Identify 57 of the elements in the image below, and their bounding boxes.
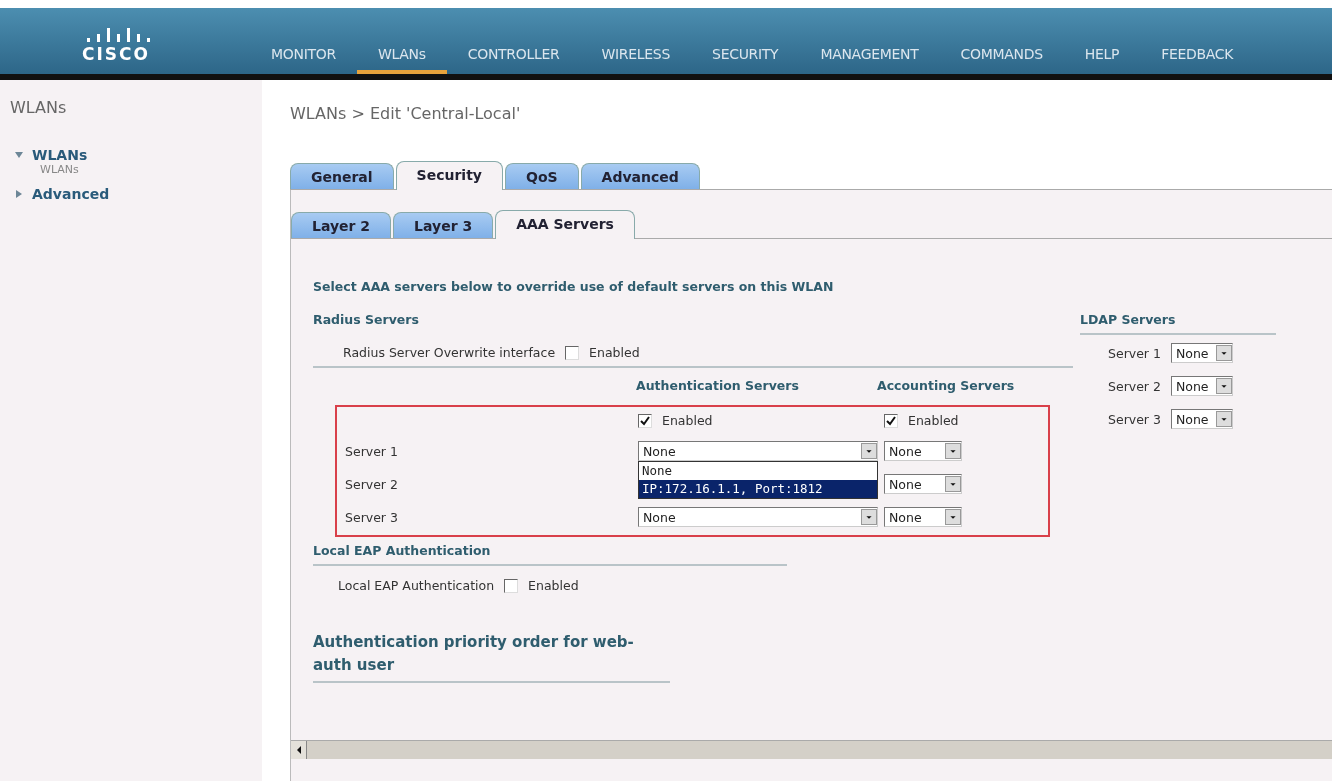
checkbox-label: Enabled	[908, 413, 959, 428]
field-label: Server 3	[1108, 411, 1161, 427]
tab[interactable]: General	[290, 163, 394, 189]
tab[interactable]: Layer 2	[291, 212, 392, 238]
field-label: Server 2	[344, 476, 399, 492]
checkbox-label: Enabled	[662, 413, 713, 428]
dropdown-option[interactable]: IP:172.16.1.1, Port:1812	[639, 480, 877, 498]
section-intro: Select AAA servers below to override use of default servers on this WLAN	[313, 279, 835, 294]
section-heading: LDAP Servers	[1080, 312, 1177, 327]
server-select[interactable]: None	[884, 441, 962, 461]
nav-menu-item[interactable]: WIRELESS	[580, 46, 692, 74]
nav-menu-item[interactable]: FEEDBACK	[1140, 46, 1255, 74]
logo-wordmark: CISCO	[81, 44, 150, 64]
field-label: Server 1	[1108, 345, 1161, 361]
nav-menu-item[interactable]: SECURITY	[691, 46, 800, 74]
checkbox[interactable]	[638, 413, 652, 428]
tab[interactable]: Security	[395, 161, 503, 190]
field-label: Radius Server Overwrite interface	[343, 345, 556, 360]
tab[interactable]: AAA Servers	[495, 210, 635, 239]
tab[interactable]: Advanced	[580, 163, 700, 189]
server-select[interactable]: None	[1170, 409, 1233, 429]
server-select[interactable]: None	[1170, 343, 1233, 363]
field-label: Server 2	[1108, 378, 1161, 394]
column-heading: Authentication Servers	[636, 378, 800, 393]
server-select[interactable]: None	[638, 441, 878, 461]
nav-menu-item[interactable]: MONITOR	[250, 46, 357, 74]
horizontal-scrollbar[interactable]	[291, 740, 1332, 759]
field-label: Server 3	[344, 509, 399, 525]
checkbox[interactable]	[884, 413, 898, 428]
section-heading: Authentication priority order for web-auth user	[313, 632, 635, 676]
collapsed-triangle-icon	[14, 189, 24, 199]
column-heading: Accounting Servers	[877, 378, 1016, 393]
section-heading: Radius Servers	[313, 312, 420, 327]
checkbox[interactable]	[504, 578, 519, 593]
section-heading: Local EAP Authentication	[313, 543, 492, 558]
expanded-triangle-icon	[14, 150, 24, 160]
server-select[interactable]: None	[884, 474, 962, 494]
server-select[interactable]: None	[884, 507, 962, 527]
sidebar-item[interactable]: WLANs	[10, 147, 262, 163]
tab[interactable]: Layer 3	[393, 212, 494, 238]
checkbox[interactable]	[565, 345, 580, 360]
scroll-left-icon[interactable]	[291, 741, 307, 759]
server-select[interactable]: None	[1170, 376, 1233, 396]
checkbox-label: Enabled	[528, 578, 579, 593]
nav-menu-item[interactable]: MANAGEMENT	[799, 46, 940, 74]
nav-menu-item[interactable]: CONTROLLER	[446, 46, 581, 74]
page-title: WLANs > Edit 'Central-Local'	[290, 104, 522, 123]
sidebar-title: WLANs	[10, 98, 68, 117]
field-label: Server 1	[344, 443, 399, 459]
checkbox-label: Enabled	[589, 345, 640, 360]
tab[interactable]: QoS	[505, 163, 579, 189]
field-label: Local EAP Authentication	[338, 578, 495, 593]
nav-menu-item[interactable]: WLANs	[356, 46, 447, 74]
nav-menu-item[interactable]: HELP	[1063, 46, 1141, 74]
sidebar-item[interactable]: Advanced	[10, 186, 262, 202]
server-select[interactable]: None	[638, 507, 878, 527]
nav-menu-item[interactable]: COMMANDS	[939, 46, 1064, 74]
